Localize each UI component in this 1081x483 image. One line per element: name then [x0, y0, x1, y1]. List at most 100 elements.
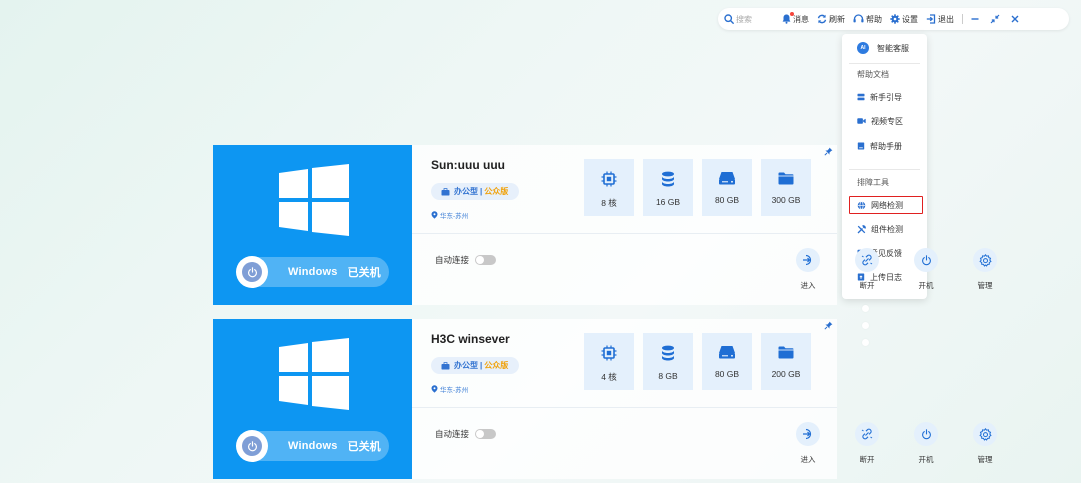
power-icon: [914, 248, 938, 272]
cpu-value: 4 核: [601, 372, 617, 382]
search-input[interactable]: 搜索: [724, 14, 782, 25]
power-button[interactable]: [236, 430, 268, 462]
windows-logo-icon: [279, 338, 349, 410]
manage-button[interactable]: 管理: [970, 248, 1000, 291]
carousel-dot[interactable]: [862, 305, 869, 312]
menu-item-help-manual[interactable]: 帮助手册: [842, 137, 927, 155]
spec-data-disk: 300 GB: [761, 159, 811, 216]
help-manual-label: 帮助手册: [870, 141, 902, 151]
power-status-toggle[interactable]: Windows 已关机: [236, 430, 389, 462]
desktop-name: Sun:uuu uuu: [431, 158, 505, 172]
shrink-button[interactable]: [988, 12, 1002, 26]
messages-button[interactable]: 消息: [782, 12, 809, 25]
close-icon: [1011, 15, 1019, 23]
region: 华东-苏州: [431, 210, 468, 220]
layers-icon: [857, 93, 865, 101]
menu-item-beginner-guide[interactable]: 新手引导: [842, 88, 927, 106]
auto-connect-toggle[interactable]: [475, 429, 497, 439]
pin-icon[interactable]: [824, 147, 833, 156]
desktop-type-label: 办公型: [454, 361, 478, 370]
menu-divider: [849, 63, 920, 64]
ai-service-icon: AI: [857, 42, 869, 54]
system-disk-value: 80 GB: [714, 369, 740, 379]
briefcase-icon: [441, 361, 450, 369]
carousel-dot[interactable]: [862, 322, 869, 329]
database-icon: [662, 345, 674, 361]
region-label: 华东-苏州: [440, 387, 469, 394]
enter-label: 进入: [800, 281, 816, 290]
settings-button[interactable]: 设置: [890, 14, 918, 25]
disconnect-button[interactable]: 断开: [852, 422, 882, 465]
power-on-button[interactable]: 开机: [911, 422, 941, 465]
tag-separator: |: [480, 187, 483, 196]
smart-service-label: 智能客服: [877, 43, 909, 53]
globe-icon: [857, 200, 866, 210]
region: 华东-苏州: [431, 384, 468, 394]
refresh-button[interactable]: 刷新: [817, 14, 845, 25]
disconnect-label: 断开: [859, 281, 875, 290]
manage-button[interactable]: 管理: [970, 422, 1000, 465]
disconnect-label: 断开: [859, 455, 875, 464]
pin-icon[interactable]: [824, 321, 833, 330]
power-state-label: 已关机: [347, 267, 381, 279]
close-button[interactable]: [1008, 12, 1022, 26]
power-on-label: 开机: [918, 281, 934, 290]
enter-button[interactable]: 进入: [793, 248, 823, 291]
location-pin-icon: [431, 211, 438, 219]
messages-label: 消息: [793, 14, 809, 24]
settings-label: 设置: [902, 14, 918, 24]
component-check-label: 组件检测: [871, 224, 903, 234]
location-pin-icon: [431, 385, 438, 393]
auto-connect: 自动连接: [435, 254, 497, 266]
desktop-name: H3C winsever: [431, 332, 510, 346]
desktop-card: Windows 已关机 Sun:uuu uuu 办公型 | 公众版 华东-苏州 …: [213, 145, 997, 305]
power-on-label: 开机: [918, 455, 934, 464]
power-icon: [242, 262, 262, 282]
folder-icon: [778, 346, 794, 359]
disconnect-button[interactable]: 断开: [852, 248, 882, 291]
refresh-icon: [817, 14, 827, 24]
spec-system-disk: 80 GB: [702, 333, 752, 390]
unread-dot: [790, 12, 794, 16]
region-label: 华东-苏州: [440, 213, 469, 220]
enter-button[interactable]: 进入: [793, 422, 823, 465]
power-on-button[interactable]: 开机: [911, 248, 941, 291]
manage-label: 管理: [977, 455, 993, 464]
auto-connect: 自动连接: [435, 428, 497, 440]
os-label: Windows: [288, 440, 338, 452]
auto-connect-label: 自动连接: [435, 429, 470, 439]
power-status-toggle[interactable]: Windows 已关机: [236, 256, 389, 288]
help-label: 帮助: [866, 14, 882, 24]
data-disk-value: 300 GB: [771, 195, 801, 205]
briefcase-icon: [441, 187, 450, 195]
desktop-info: H3C winsever 办公型 | 公众版 华东-苏州 4 核 8 GB 80…: [412, 319, 997, 479]
power-button[interactable]: [236, 256, 268, 288]
gear-icon: [890, 14, 900, 24]
desktop-type-badge: 办公型 | 公众版: [431, 183, 519, 200]
menu-item-component-check[interactable]: 组件检测: [842, 220, 927, 238]
menu-item-smart-service[interactable]: AI 智能客服: [842, 39, 927, 57]
desktop-type-label: 办公型: [454, 187, 478, 196]
minimize-button[interactable]: [968, 12, 982, 26]
minimize-icon: [971, 18, 979, 20]
logout-button[interactable]: 退出: [926, 14, 954, 25]
auto-connect-toggle[interactable]: [475, 255, 497, 265]
menu-item-network-check[interactable]: 网络检测: [849, 196, 923, 214]
spec-cpu: 4 核: [584, 333, 634, 390]
network-check-label: 网络检测: [871, 200, 903, 210]
spec-data-disk: 200 GB: [761, 333, 811, 390]
help-button[interactable]: 帮助: [853, 14, 882, 25]
card-divider: [412, 407, 837, 408]
carousel-dot[interactable]: [862, 339, 869, 346]
menu-item-video-zone[interactable]: 视频专区: [842, 112, 927, 130]
system-disk-value: 80 GB: [714, 195, 740, 205]
unlink-icon: [855, 422, 879, 446]
unlink-icon: [855, 248, 879, 272]
enter-label: 进入: [800, 455, 816, 464]
gear-icon: [973, 248, 997, 272]
desktop-info: Sun:uuu uuu 办公型 | 公众版 华东-苏州 8 核 16 GB 80…: [412, 145, 997, 305]
search-placeholder: 搜索: [736, 14, 752, 24]
hard-drive-icon: [719, 172, 735, 185]
spec-cpu: 8 核: [584, 159, 634, 216]
manage-label: 管理: [977, 281, 993, 290]
